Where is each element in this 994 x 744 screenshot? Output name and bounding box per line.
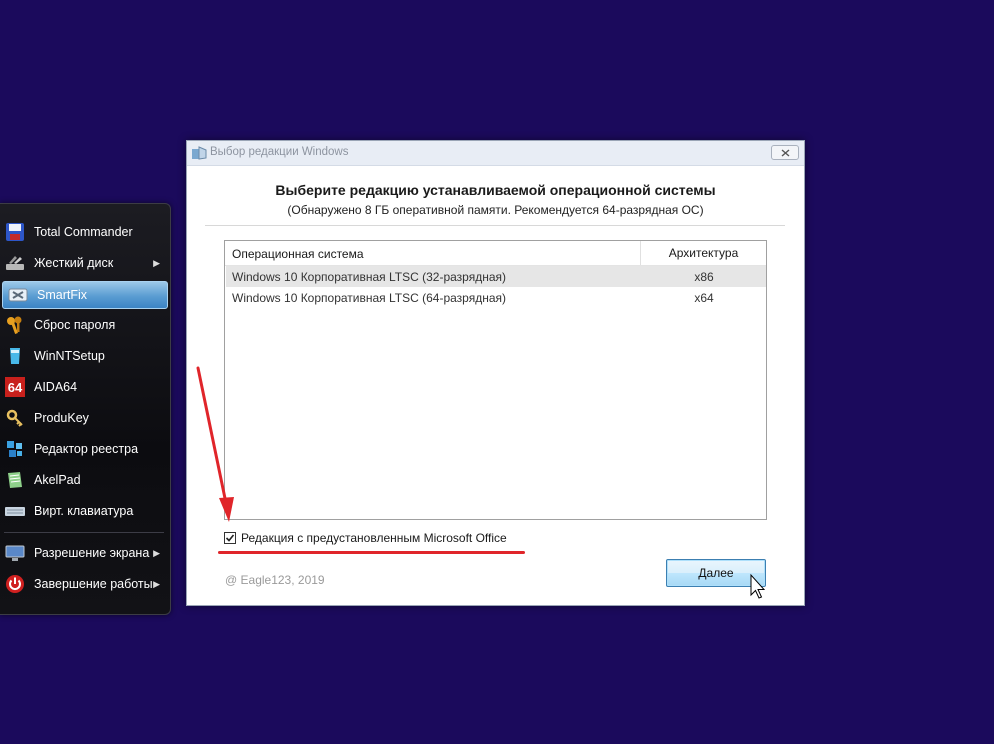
office-checkbox[interactable] xyxy=(224,532,236,544)
menu-item-produkey[interactable]: ProduKey xyxy=(0,405,168,431)
submenu-arrow-icon: ▶ xyxy=(153,547,160,558)
list-header: Операционная система Архитектура xyxy=(225,241,766,266)
hard-disk-tools-icon xyxy=(4,252,26,274)
office-checkbox-label[interactable]: Редакция с предустановленным Microsoft O… xyxy=(241,531,507,545)
menu-item-label: WinNTSetup xyxy=(34,349,105,363)
menu-item-screen-resolution[interactable]: Разрешение экрана ▶ xyxy=(0,540,168,566)
launcher-menu: Total Commander Жесткий диск ▶ SmartFix … xyxy=(0,203,171,615)
table-row[interactable]: Windows 10 Корпоративная LTSC (64-разряд… xyxy=(226,287,766,308)
aida64-icon: 64 xyxy=(4,376,26,398)
menu-item-label: Разрешение экрана xyxy=(34,546,150,560)
menu-separator xyxy=(4,532,164,533)
menu-item-smartfix[interactable]: SmartFix xyxy=(2,281,168,309)
menu-item-label: Total Commander xyxy=(34,225,133,239)
monitor-icon xyxy=(4,542,26,564)
keys-icon xyxy=(4,314,26,336)
menu-item-virtual-keyboard[interactable]: Вирт. клавиатура xyxy=(0,498,168,524)
menu-item-total-commander[interactable]: Total Commander xyxy=(0,219,168,245)
arch-cell: x86 xyxy=(694,270,714,284)
column-header-architecture[interactable]: Архитектура xyxy=(640,241,766,265)
menu-item-aida64[interactable]: 64 AIDA64 xyxy=(0,374,168,400)
winntsetup-icon xyxy=(4,345,26,367)
ram-info-text: (Обнаружено 8 ГБ оперативной памяти. Рек… xyxy=(287,203,704,217)
os-cell: Windows 10 Корпоративная LTSC (64-разряд… xyxy=(232,291,507,305)
copyright-text: @ Eagle123, 2019 xyxy=(225,573,325,587)
edition-select-dialog: Выбор редакции Windows Выберите редакцию… xyxy=(186,140,805,606)
keyboard-icon xyxy=(4,500,26,522)
menu-item-password-reset[interactable]: Сброс пароля xyxy=(0,312,168,338)
menu-item-label: ProduKey xyxy=(34,411,89,425)
menu-item-label: AIDA64 xyxy=(34,380,78,394)
setup-app-icon xyxy=(191,146,207,160)
menu-item-label: Жесткий диск xyxy=(34,256,114,270)
arch-cell: x64 xyxy=(694,291,714,305)
power-icon xyxy=(4,573,26,595)
floppy-disk-icon xyxy=(4,221,26,243)
registry-editor-icon xyxy=(4,438,26,460)
aida64-icon-text: 64 xyxy=(8,380,23,395)
dialog-title: Выбор редакции Windows xyxy=(210,146,349,158)
submenu-arrow-icon: ▶ xyxy=(153,578,160,589)
smartfix-icon xyxy=(7,284,29,306)
checkmark-icon xyxy=(225,534,235,542)
menu-item-registry-editor[interactable]: Редактор реестра xyxy=(0,436,168,462)
menu-item-akelpad[interactable]: AkelPad xyxy=(0,467,168,493)
edition-list[interactable]: Операционная система Архитектура Windows… xyxy=(224,240,767,520)
dialog-titlebar[interactable]: Выбор редакции Windows xyxy=(187,141,804,166)
close-button[interactable] xyxy=(771,145,799,160)
menu-item-label: Вирт. клавиатура xyxy=(34,504,134,518)
menu-item-label: Редактор реестра xyxy=(34,442,139,456)
table-row[interactable]: Windows 10 Корпоративная LTSC (32-разряд… xyxy=(226,266,766,287)
key-icon xyxy=(4,407,26,429)
annotation-underline xyxy=(218,551,525,554)
menu-item-label: AkelPad xyxy=(34,473,81,487)
dialog-heading: Выберите редакцию устанавливаемой операц… xyxy=(275,182,716,198)
notepad-icon xyxy=(4,469,26,491)
menu-item-winntsetup[interactable]: WinNTSetup xyxy=(0,343,168,369)
column-header-os[interactable]: Операционная система xyxy=(232,247,364,261)
submenu-arrow-icon: ▶ xyxy=(153,257,160,268)
menu-item-label: Завершение работы xyxy=(34,577,153,591)
os-cell: Windows 10 Корпоративная LTSC (32-разряд… xyxy=(232,270,507,284)
menu-item-label: SmartFix xyxy=(37,288,87,302)
menu-item-hard-disk[interactable]: Жесткий диск ▶ xyxy=(0,250,168,276)
menu-item-shutdown[interactable]: Завершение работы ▶ xyxy=(0,571,168,597)
divider xyxy=(205,225,785,226)
next-button[interactable]: Далее xyxy=(666,559,766,587)
menu-item-label: Сброс пароля xyxy=(34,318,116,332)
close-icon xyxy=(781,148,789,157)
office-option[interactable]: Редакция с предустановленным Microsoft O… xyxy=(224,529,507,547)
